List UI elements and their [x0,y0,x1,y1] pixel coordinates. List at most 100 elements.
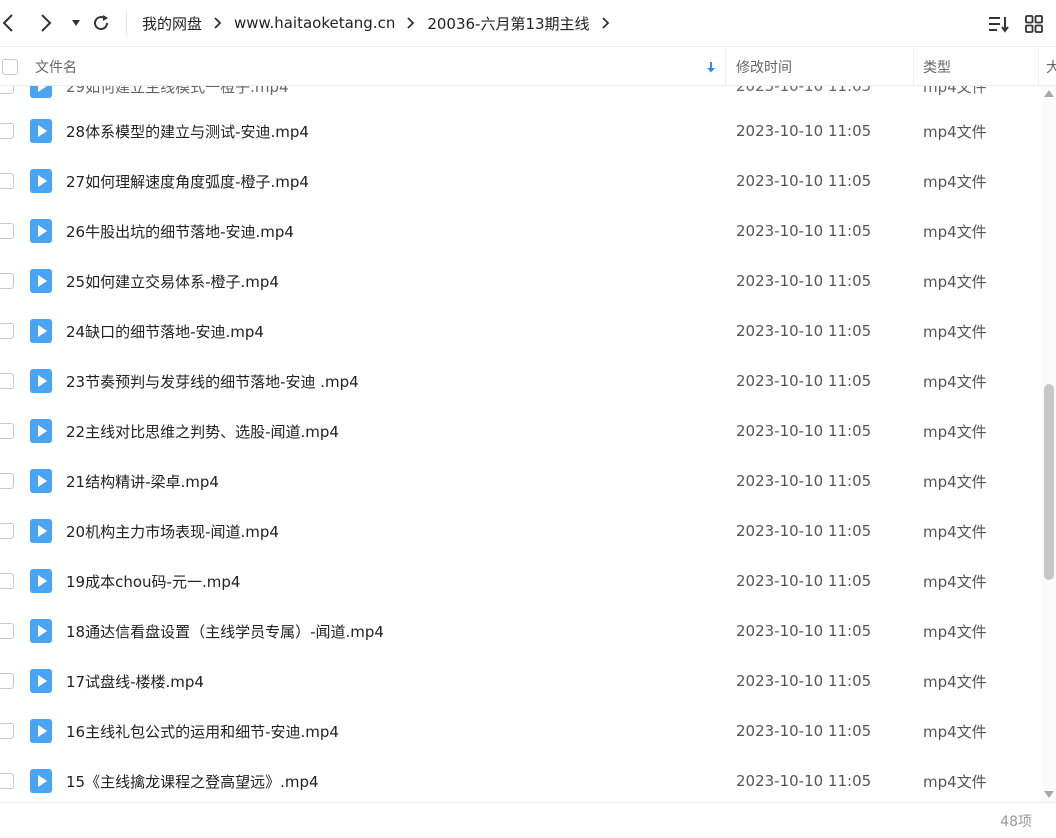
breadcrumb-separator-icon [407,17,415,29]
row-checkbox[interactable] [0,473,14,489]
history-dropdown-button[interactable] [62,8,90,38]
file-modified: 2023-10-10 11:05 [736,372,872,390]
row-checkbox[interactable] [0,723,14,739]
file-type: mp4文件 [923,322,987,341]
row-checkbox[interactable] [0,86,14,94]
video-file-icon [30,569,52,593]
row-checkbox[interactable] [0,623,14,639]
refresh-button[interactable] [87,8,115,38]
file-modified: 2023-10-10 11:05 [736,722,872,740]
row-checkbox[interactable] [0,773,14,789]
table-row[interactable]: 18通达信看盘设置（主线学员专属）-闻道.mp4 2023-10-10 11:0… [0,606,1042,656]
breadcrumb-separator-icon [601,17,610,29]
table-row[interactable]: 20机构主力市场表现-闻道.mp4 2023-10-10 11:05 mp4文件 [0,506,1042,556]
table-row[interactable]: 15《主线擒龙课程之登高望远》.mp4 2023-10-10 11:05 mp4… [0,756,1042,802]
sort-button[interactable] [986,11,1012,37]
column-modified-header[interactable]: 修改时间 [736,48,792,86]
file-name: 18通达信看盘设置（主线学员专属）-闻道.mp4 [66,622,384,641]
video-file-icon [30,719,52,743]
file-modified: 2023-10-10 11:05 [736,622,872,640]
row-checkbox[interactable] [0,373,14,389]
file-type: mp4文件 [923,572,987,591]
column-divider[interactable] [725,48,726,86]
breadcrumb-separator-icon [214,17,222,29]
table-row[interactable]: 22主线对比思维之判势、选股-闻道.mp4 2023-10-10 11:05 m… [0,406,1042,456]
scroll-thumb[interactable] [1044,384,1054,580]
column-divider[interactable] [1038,48,1039,86]
video-file-icon [30,269,52,293]
breadcrumb-item-folder[interactable]: www.haitaoketang.cn [234,14,395,32]
file-name: 27如何理解速度角度弧度-橙子.mp4 [66,172,309,191]
file-name: 15《主线擒龙课程之登高望远》.mp4 [66,772,319,791]
video-file-icon [30,669,52,693]
row-checkbox[interactable] [0,523,14,539]
table-row[interactable]: 21结构精讲-梁卓.mp4 2023-10-10 11:05 mp4文件 [0,456,1042,506]
column-divider[interactable] [913,48,914,86]
row-checkbox[interactable] [0,323,14,339]
scroll-up-arrow-icon[interactable] [1044,90,1054,97]
file-type: mp4文件 [923,522,987,541]
table-row[interactable]: 23节奏预判与发芽线的细节落地-安迪 .mp4 2023-10-10 11:05… [0,356,1042,406]
file-modified: 2023-10-10 11:05 [736,322,872,340]
file-name: 26牛股出坑的细节落地-安迪.mp4 [66,222,294,241]
sort-descending-icon [706,48,716,86]
table-row[interactable]: 27如何理解速度角度弧度-橙子.mp4 2023-10-10 11:05 mp4… [0,156,1042,206]
video-file-icon [30,469,52,493]
file-name: 19成本chou码-元一.mp4 [66,572,241,591]
video-file-icon [30,119,52,143]
file-name: 23节奏预判与发芽线的细节落地-安迪 .mp4 [66,372,359,391]
row-checkbox[interactable] [0,223,14,239]
table-row[interactable]: 16主线礼包公式的运用和细节-安迪.mp4 2023-10-10 11:05 m… [0,706,1042,756]
file-type: mp4文件 [923,772,987,791]
vertical-scrollbar[interactable] [1042,86,1056,802]
back-button[interactable] [0,8,22,38]
file-name: 24缺口的细节落地-安迪.mp4 [66,322,264,341]
file-modified: 2023-10-10 11:05 [736,422,872,440]
forward-button[interactable] [32,8,60,38]
file-modified: 2023-10-10 11:05 [736,472,872,490]
view-toggle-button[interactable] [1021,11,1047,37]
file-modified: 2023-10-10 11:05 [736,522,872,540]
item-count: 48项 [1000,813,1032,830]
file-type: mp4文件 [923,422,987,441]
breadcrumb-item-root[interactable]: 我的网盘 [142,13,202,34]
file-name: 17试盘线-楼楼.mp4 [66,672,204,691]
row-checkbox[interactable] [0,273,14,289]
breadcrumb-item-current[interactable]: 20036-六月第13期主线 [427,13,589,34]
file-type: mp4文件 [923,672,987,691]
row-checkbox[interactable] [0,123,14,139]
scroll-down-arrow-icon[interactable] [1044,791,1054,798]
file-type: mp4文件 [923,222,987,241]
video-file-icon [30,219,52,243]
file-modified: 2023-10-10 11:05 [736,222,872,240]
row-checkbox[interactable] [0,673,14,689]
video-file-icon [30,369,52,393]
toolbar-divider [126,11,127,35]
video-file-icon [30,169,52,193]
table-row[interactable]: 24缺口的细节落地-安迪.mp4 2023-10-10 11:05 mp4文件 [0,306,1042,356]
row-checkbox[interactable] [0,173,14,189]
row-checkbox[interactable] [0,573,14,589]
video-file-icon [30,86,52,98]
breadcrumb: 我的网盘 www.haitaoketang.cn 20036-六月第13期主线 [142,0,622,46]
row-checkbox[interactable] [0,423,14,439]
table-row[interactable]: 28体系模型的建立与测试-安迪.mp4 2023-10-10 11:05 mp4… [0,106,1042,156]
table-row[interactable]: 25如何建立交易体系-橙子.mp4 2023-10-10 11:05 mp4文件 [0,256,1042,306]
file-modified: 2023-10-10 11:05 [736,772,872,790]
column-name-header[interactable]: 文件名 [35,48,77,86]
caret-down-icon [72,20,80,26]
chevron-right-icon [41,14,52,32]
video-file-icon [30,769,52,793]
column-size-header[interactable]: 大 [1046,48,1056,86]
column-header: 文件名 修改时间 类型 大 [0,48,1056,86]
file-name: 25如何建立交易体系-橙子.mp4 [66,272,279,291]
table-row[interactable]: 17试盘线-楼楼.mp4 2023-10-10 11:05 mp4文件 [0,656,1042,706]
select-all-checkbox[interactable] [2,59,18,75]
file-name: 16主线礼包公式的运用和细节-安迪.mp4 [66,722,339,741]
table-row[interactable]: 26牛股出坑的细节落地-安迪.mp4 2023-10-10 11:05 mp4文… [0,206,1042,256]
status-bar: 48项 [0,802,1056,837]
file-name: 21结构精讲-梁卓.mp4 [66,472,219,491]
column-type-header[interactable]: 类型 [923,48,951,86]
table-row[interactable]: 19成本chou码-元一.mp4 2023-10-10 11:05 mp4文件 [0,556,1042,606]
file-type: mp4文件 [923,472,987,491]
